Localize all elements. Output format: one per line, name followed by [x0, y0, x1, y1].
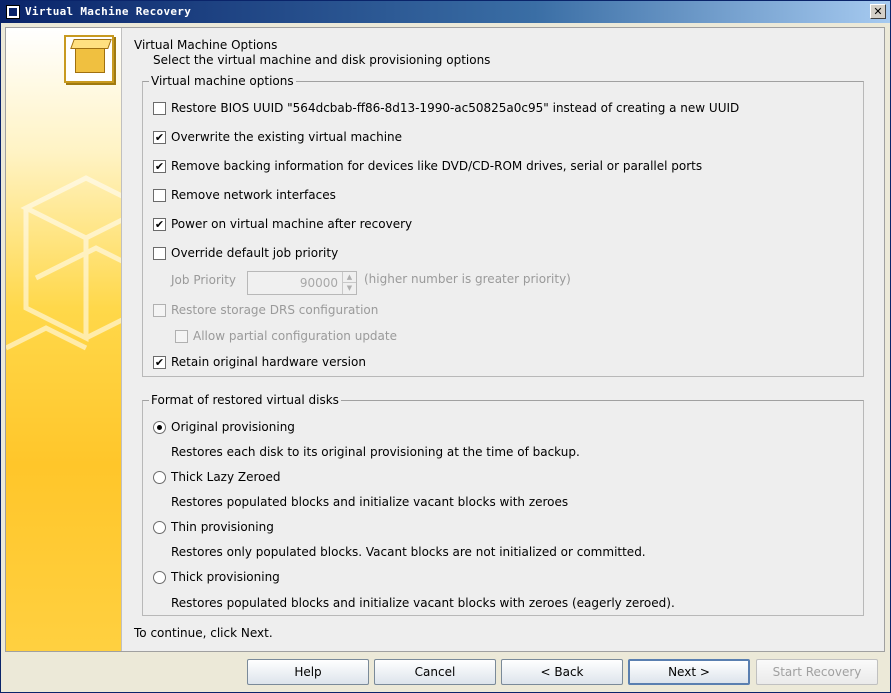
job-priority-value: 90000	[299, 276, 338, 290]
job-priority-label: Job Priority	[171, 273, 237, 287]
radio-label: Thick Lazy Zeroed	[171, 470, 281, 484]
remove-network-label: Remove network interfaces	[171, 188, 336, 202]
power-on-checkbox[interactable]: ✔ Power on virtual machine after recover…	[153, 217, 412, 231]
remove-backing-label: Remove backing information for devices l…	[171, 159, 703, 173]
checkbox-icon[interactable]	[153, 246, 166, 260]
checkmark-icon[interactable]: ✔	[153, 355, 166, 369]
title-bar[interactable]: Virtual Machine Recovery ✕	[1, 1, 890, 23]
radio-icon[interactable]	[153, 520, 166, 534]
next-button[interactable]: Next >	[628, 659, 750, 685]
start-recovery-button[interactable]: Start Recovery	[756, 659, 878, 685]
radio-original-provisioning[interactable]: Original provisioning	[153, 420, 295, 434]
retain-hw-checkbox[interactable]: ✔ Retain original hardware version	[153, 355, 366, 369]
restore-bios-uuid-checkbox[interactable]: Restore BIOS UUID "564dcbab-ff86-8d13-19…	[153, 101, 739, 115]
remove-backing-checkbox[interactable]: ✔ Remove backing information for devices…	[153, 159, 702, 173]
wizard-banner	[6, 28, 122, 651]
spin-up-icon[interactable]: ▲	[342, 272, 356, 283]
overwrite-vm-checkbox[interactable]: ✔ Overwrite the existing virtual machine	[153, 130, 402, 144]
close-button[interactable]: ✕	[870, 4, 886, 19]
page-subtitle: Select the virtual machine and disk prov…	[153, 53, 491, 67]
package-icon	[64, 35, 114, 83]
checkbox-icon[interactable]	[175, 329, 188, 343]
power-on-label: Power on virtual machine after recovery	[171, 217, 413, 231]
disk-format-legend: Format of restored virtual disks	[149, 393, 341, 407]
cancel-button[interactable]: Cancel	[374, 659, 496, 685]
checkmark-icon[interactable]: ✔	[153, 217, 166, 231]
job-priority-hint: (higher number is greater priority)	[364, 272, 571, 286]
restore-drs-checkbox[interactable]: Restore storage DRS configuration	[153, 303, 378, 317]
radio-thick-lazy-zeroed[interactable]: Thick Lazy Zeroed	[153, 470, 281, 484]
job-priority-spinner[interactable]: 90000 ▲ ▼	[247, 271, 357, 295]
job-priority-row: Job Priority	[171, 273, 236, 287]
vm-options-legend: Virtual machine options	[149, 74, 296, 88]
override-priority-label: Override default job priority	[171, 246, 339, 260]
allow-partial-checkbox[interactable]: Allow partial configuration update	[175, 329, 397, 343]
radio-label: Thin provisioning	[171, 520, 274, 534]
option-description: Restores populated blocks and initialize…	[171, 596, 675, 610]
radio-thick-provisioning[interactable]: Thick provisioning	[153, 570, 280, 584]
restore-bios-uuid-label: Restore BIOS UUID "564dcbab-ff86-8d13-19…	[171, 101, 740, 115]
checkmark-icon[interactable]: ✔	[153, 159, 166, 173]
radio-label: Thick provisioning	[171, 570, 280, 584]
continue-hint: To continue, click Next.	[134, 626, 273, 640]
radio-thin-provisioning[interactable]: Thin provisioning	[153, 520, 274, 534]
option-description: Restores only populated blocks. Vacant b…	[171, 545, 646, 559]
option-description: Restores populated blocks and initialize…	[171, 495, 569, 509]
page-title: Virtual Machine Options	[134, 38, 278, 52]
help-button[interactable]: Help	[247, 659, 369, 685]
checkmark-icon[interactable]: ✔	[153, 130, 166, 144]
job-priority-hint-row: (higher number is greater priority)	[364, 272, 571, 286]
box-icon	[75, 45, 105, 73]
retain-hw-label: Retain original hardware version	[171, 355, 366, 369]
app-icon	[6, 5, 20, 19]
spin-down-icon[interactable]: ▼	[342, 283, 356, 294]
back-button[interactable]: < Back	[501, 659, 623, 685]
remove-network-checkbox[interactable]: Remove network interfaces	[153, 188, 336, 202]
overwrite-vm-label: Overwrite the existing virtual machine	[171, 130, 403, 144]
checkbox-icon[interactable]	[153, 303, 166, 317]
radio-selected-icon[interactable]	[153, 420, 166, 434]
radio-label: Original provisioning	[171, 420, 295, 434]
radio-icon[interactable]	[153, 470, 166, 484]
window-title: Virtual Machine Recovery	[25, 5, 192, 18]
banner-box-outline-icon	[6, 175, 121, 351]
checkbox-icon[interactable]	[153, 101, 166, 115]
override-priority-checkbox[interactable]: Override default job priority	[153, 246, 338, 260]
allow-partial-label: Allow partial configuration update	[193, 329, 397, 343]
option-description: Restores each disk to its original provi…	[171, 445, 580, 459]
radio-icon[interactable]	[153, 570, 166, 584]
restore-drs-label: Restore storage DRS configuration	[171, 303, 379, 317]
checkbox-icon[interactable]	[153, 188, 166, 202]
